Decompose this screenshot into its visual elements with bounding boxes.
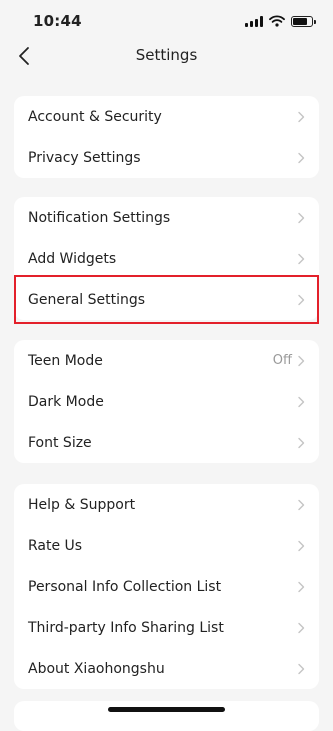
row-label: Account & Security [28,108,162,125]
row-label: Personal Info Collection List [28,578,222,595]
settings-row-account-security[interactable]: Account & Security [14,96,319,137]
chevron-right-icon [297,355,305,367]
settings-row-personal-info-list[interactable]: Personal Info Collection List [14,566,319,607]
row-label: Help & Support [28,496,136,513]
teen-mode-status: Off [272,353,292,368]
page-title: Settings [135,46,198,64]
settings-row-add-widget[interactable]: Add Widgets [14,238,319,279]
row-label: Add Widgets [28,250,117,267]
highlight-box [14,275,319,324]
battery-icon [291,15,316,27]
chevron-right-icon [297,396,305,408]
row-label: Rate Us [28,537,83,554]
status-time: 10:44 [33,12,82,30]
chevron-right-icon [297,152,305,164]
settings-row-privacy[interactable]: Privacy Settings [14,137,319,178]
settings-group-display: Teen Mode Off Dark Mode Font Size [14,340,319,463]
settings-group-account: Account & Security Privacy Settings [14,96,319,178]
chevron-right-icon [297,212,305,224]
row-label: Dark Mode [28,393,104,410]
chevron-right-icon [297,663,305,675]
settings-row-about[interactable]: About Xiaohongshu [14,648,319,689]
settings-row-third-party-list[interactable]: Third-party Info Sharing List [14,607,319,648]
settings-group-support: Help & Support Rate Us Personal Info Col… [14,484,319,689]
settings-group-next-partial [14,701,319,731]
row-label: Teen Mode [28,352,103,369]
settings-row-help[interactable]: Help & Support [14,484,319,525]
nav-bar: Settings [0,36,333,76]
wifi-icon [269,15,285,27]
settings-row-font-size[interactable]: Font Size [14,422,319,463]
settings-row-dark-mode[interactable]: Dark Mode [14,381,319,422]
chevron-right-icon [297,253,305,265]
row-label: Font Size [28,434,92,451]
settings-row-notifications[interactable]: Notification Settings [14,197,319,238]
settings-row-encourage[interactable]: Rate Us [14,525,319,566]
row-label: Third-party Info Sharing List [28,619,224,636]
settings-row-teen-mode[interactable]: Teen Mode Off [14,340,319,381]
chevron-right-icon [297,540,305,552]
chevron-right-icon [297,581,305,593]
chevron-right-icon [297,437,305,449]
row-label: About Xiaohongshu [28,660,165,677]
cellular-signal-icon [245,15,263,27]
home-indicator[interactable] [108,707,225,712]
chevron-right-icon [297,499,305,511]
row-label: Privacy Settings [28,149,141,166]
chevron-right-icon [297,111,305,123]
row-label: Notification Settings [28,209,171,226]
status-icons [245,15,316,27]
chevron-right-icon [297,622,305,634]
